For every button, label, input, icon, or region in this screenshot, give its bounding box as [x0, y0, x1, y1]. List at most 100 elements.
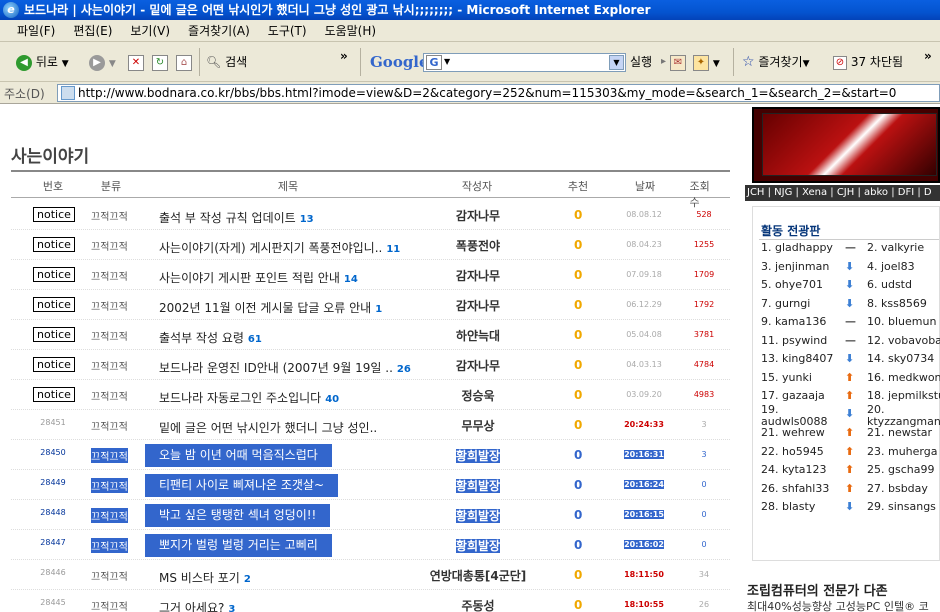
- ranking-user-link[interactable]: 8. kss8569: [867, 297, 927, 310]
- ranking-user-link[interactable]: 14. sky0734: [867, 352, 934, 365]
- google-go-button[interactable]: 실행: [630, 52, 652, 72]
- ranking-user-link[interactable]: 19. audwls0088: [761, 403, 827, 428]
- ad-subtitle[interactable]: 최대40%성능향상 고성능PC 인텔® 코: [747, 598, 940, 612]
- menu-view[interactable]: 보기(V): [123, 20, 177, 42]
- row-author[interactable]: 감자나무: [428, 357, 528, 374]
- table-row[interactable]: 28451 끄적끄적 밑에 글은 어떤 낚시인가 했더니 그냥 성인.. 무무상 0 20…: [11, 410, 730, 440]
- ranking-user-link[interactable]: 18. jepmilkstu: [867, 389, 940, 402]
- table-row[interactable]: 28449 끄적끄적 티팬티 사이로 삐져나온 조갯살~ 황희발장 0 20:16:24 0: [11, 470, 730, 500]
- menu-edit[interactable]: 편집(E): [66, 20, 119, 42]
- ranking-user-link[interactable]: 1. gladhappy: [761, 241, 833, 254]
- table-row[interactable]: 28448 끄적끄적 박고 싶은 탱탱한 섹녀 엉덩이!! 황희발장 0 20:16:15…: [11, 500, 730, 530]
- sidebar-banner-image[interactable]: [752, 107, 940, 183]
- row-subject-link[interactable]: 박고 싶은 탱탱한 섹녀 엉덩이!!: [145, 504, 331, 527]
- ranking-user-link[interactable]: 21. newstar: [867, 426, 932, 439]
- home-button[interactable]: ⌂: [176, 52, 192, 72]
- row-author[interactable]: 황희발장: [428, 447, 528, 464]
- ranking-user-link[interactable]: 2. valkyrie: [867, 241, 924, 254]
- table-row[interactable]: 28446 끄적끄적 MS 비스타 포기 2 연방대총통[4군단] 0 18:11:50 34: [11, 560, 730, 590]
- ranking-user-link[interactable]: 27. bsbday: [867, 482, 928, 495]
- row-subject-link[interactable]: 밑에 글은 어떤 낚시인가 했더니 그냥 성인..: [159, 419, 377, 436]
- ranking-user-link[interactable]: 11. psywind: [761, 334, 827, 347]
- ranking-user-link[interactable]: 13. king8407: [761, 352, 833, 365]
- row-subject-link[interactable]: 사는이야기 게시판 포인트 적립 안내 14: [159, 269, 358, 286]
- popup-settings-button[interactable]: ✦ ▼: [693, 52, 720, 72]
- mail-button[interactable]: ✉: [670, 52, 686, 72]
- ranking-user-link[interactable]: 7. gurngi: [761, 297, 810, 310]
- search-button[interactable]: 🔍︎ 검색: [206, 52, 247, 72]
- table-row[interactable]: notice 끄적끄적 보드나라 운영진 ID안내 (2007년 9월 19일 ..…: [11, 350, 730, 380]
- ranking-user-link[interactable]: 23. muherga: [867, 445, 937, 458]
- row-subject-link[interactable]: 보드나라 자동로그인 주소입니다 40: [159, 389, 339, 406]
- table-row[interactable]: 28450 끄적끄적 오늘 밤 이년 어때 먹음직스럽다 황희발장 0 20:16:31 3: [11, 440, 730, 470]
- row-subject-link[interactable]: MS 비스타 포기 2: [159, 569, 251, 586]
- row-author[interactable]: 무무상: [428, 417, 528, 434]
- popup-dropdown-icon[interactable]: ▼: [713, 59, 720, 69]
- table-row[interactable]: notice 끄적끄적 사는이야기 게시판 포인트 적립 안내 14 감자나무 0 07.0…: [11, 260, 730, 290]
- row-subject-link[interactable]: 보드나라 운영진 ID안내 (2007년 9월 19일 .. 26: [159, 359, 411, 376]
- address-input[interactable]: http://www.bodnara.co.kr/bbs/bbs.html?im…: [57, 84, 940, 102]
- ranking-user-link[interactable]: 25. gscha99: [867, 463, 934, 476]
- table-row[interactable]: 28445 끄적끄적 그거 아세요? 3 주동성 0 18:10:55 26: [11, 590, 730, 612]
- menu-help[interactable]: 도움말(H): [318, 20, 384, 42]
- row-author[interactable]: 하얀늑대: [428, 327, 528, 344]
- row-subject-link[interactable]: 오늘 밤 이년 어때 먹음직스럽다: [145, 444, 332, 467]
- back-dropdown-icon[interactable]: ▼: [62, 59, 69, 69]
- row-subject-link[interactable]: 출석부 작성 요령 61: [159, 329, 262, 346]
- row-subject-link[interactable]: 그거 아세요? 3: [159, 599, 235, 612]
- back-button[interactable]: ◀ 뒤로 ▼: [16, 52, 69, 72]
- toolbar-more-chevron-2[interactable]: »: [924, 46, 932, 66]
- menu-favorites[interactable]: 즐겨찾기(A): [181, 20, 257, 42]
- favorites-button[interactable]: ☆ 즐겨찾기▼: [742, 52, 809, 72]
- row-author[interactable]: 폭풍전야: [428, 237, 528, 254]
- ranking-user-link[interactable]: 4. joel83: [867, 260, 915, 273]
- row-author[interactable]: 연방대총통[4군단]: [428, 567, 528, 584]
- ranking-user-link[interactable]: 28. blasty: [761, 500, 815, 513]
- ranking-user-link[interactable]: 5. ohye701: [761, 278, 823, 291]
- popup-blocked-button[interactable]: ⊘ 37 차단됨: [833, 52, 903, 72]
- row-subject-link[interactable]: 사는이야기(자게) 게시판지기 폭풍전야입니.. 11: [159, 239, 400, 256]
- table-row[interactable]: notice 끄적끄적 2002년 11월 이전 게시물 답글 오류 안내 1 감자나무…: [11, 290, 730, 320]
- forward-button[interactable]: ▶ ▼: [89, 52, 116, 72]
- row-author[interactable]: 황희발장: [428, 477, 528, 494]
- ranking-user-link[interactable]: 24. kyta123: [761, 463, 827, 476]
- table-row[interactable]: notice 끄적끄적 출석 부 작성 규칙 업데이트 13 감자나무 0 08.08.12…: [11, 200, 730, 230]
- row-subject-link[interactable]: 뽀지가 벌렁 벌렁 거리는 고삐리: [145, 534, 332, 557]
- ranking-user-link[interactable]: 6. udstd: [867, 278, 912, 291]
- ranking-user-link[interactable]: 15. yunki: [761, 371, 812, 384]
- refresh-button[interactable]: ↻: [152, 52, 168, 72]
- row-subject-link[interactable]: 출석 부 작성 규칙 업데이트 13: [159, 209, 314, 226]
- row-author[interactable]: 황희발장: [428, 507, 528, 524]
- row-subject-link[interactable]: 티팬티 사이로 삐져나온 조갯살~: [145, 474, 339, 497]
- ranking-user-link[interactable]: 9. kama136: [761, 315, 826, 328]
- ranking-user-link[interactable]: 26. shfahl33: [761, 482, 829, 495]
- google-search-input[interactable]: G ▼ ▼: [423, 53, 626, 72]
- ranking-user-link[interactable]: 29. sinsangs: [867, 500, 936, 513]
- toolbar-more-chevron[interactable]: »: [340, 46, 348, 66]
- table-row[interactable]: notice 끄적끄적 출석부 작성 요령 61 하얀늑대 0 05.04.08 3781: [11, 320, 730, 350]
- row-author[interactable]: 감자나무: [428, 297, 528, 314]
- table-row[interactable]: notice 끄적끄적 보드나라 자동로그인 주소입니다 40 정승욱 0 03.09.20…: [11, 380, 730, 410]
- row-author[interactable]: 감자나무: [428, 207, 528, 224]
- google-combo-dropdown-icon[interactable]: ▼: [609, 55, 624, 70]
- ranking-user-link[interactable]: 12. vobavoba: [867, 334, 940, 347]
- table-row[interactable]: notice 끄적끄적 사는이야기(자게) 게시판지기 폭풍전야입니.. 11 폭풍전야…: [11, 230, 730, 260]
- forward-dropdown-icon[interactable]: ▼: [109, 59, 116, 69]
- sponsor-links[interactable]: JCH | NJG | Xena | CJH | abko | DFI | D: [745, 185, 940, 201]
- ranking-user-link[interactable]: 3. jenjinman: [761, 260, 829, 273]
- ranking-user-link[interactable]: 17. gazaaja: [761, 389, 825, 402]
- menu-file[interactable]: 파일(F): [10, 20, 62, 42]
- ad-title[interactable]: 조립컴퓨터의 전문가 다존: [747, 580, 940, 599]
- google-g-dropdown-icon[interactable]: ▼: [444, 57, 450, 66]
- menu-tools[interactable]: 도구(T): [261, 20, 314, 42]
- ranking-user-link[interactable]: 21. wehrew: [761, 426, 825, 439]
- toolbar-more-2[interactable]: ▸: [661, 52, 666, 72]
- row-author[interactable]: 정승욱: [428, 387, 528, 404]
- stop-button[interactable]: ✕: [128, 52, 144, 72]
- ranking-user-link[interactable]: 10. bluemun: [867, 315, 936, 328]
- row-author[interactable]: 감자나무: [428, 267, 528, 284]
- ranking-user-link[interactable]: 20. ktyzzangman: [867, 403, 940, 428]
- row-author[interactable]: 주동성: [428, 597, 528, 612]
- ranking-user-link[interactable]: 22. ho5945: [761, 445, 824, 458]
- table-row[interactable]: 28447 끄적끄적 뽀지가 벌렁 벌렁 거리는 고삐리 황희발장 0 20:16:02 0: [11, 530, 730, 560]
